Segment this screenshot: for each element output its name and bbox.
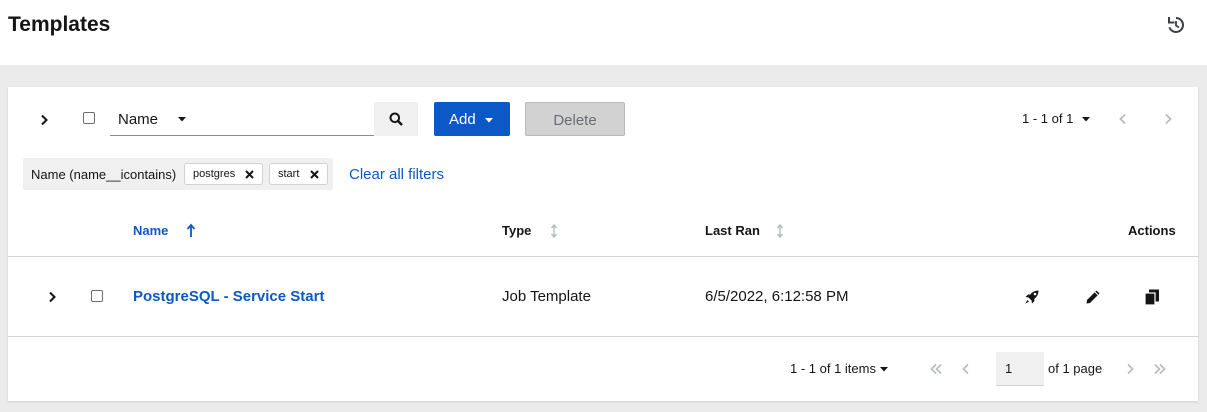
sort-ascending-icon[interactable] xyxy=(185,223,197,239)
column-header-last-ran[interactable]: Last Ran xyxy=(705,223,760,238)
search-button[interactable] xyxy=(374,102,418,136)
search-input[interactable] xyxy=(202,102,374,136)
column-header-type[interactable]: Type xyxy=(502,223,531,238)
page-number-input[interactable] xyxy=(996,352,1044,386)
search-icon xyxy=(389,112,403,126)
pagination-toggle[interactable]: 1 - 1 of 1 items xyxy=(790,361,876,376)
filter-chip-label: postgres xyxy=(193,168,236,180)
clear-all-filters-link[interactable]: Clear all filters xyxy=(349,166,444,183)
pencil-icon[interactable] xyxy=(1084,288,1102,306)
add-button-label: Add xyxy=(449,111,476,128)
last-page-icon[interactable] xyxy=(1153,362,1167,376)
history-icon[interactable] xyxy=(1165,14,1187,36)
caret-down-icon xyxy=(485,118,493,123)
delete-button-label: Delete xyxy=(553,112,597,129)
page-header: Templates xyxy=(0,0,1207,65)
template-type: Job Template xyxy=(502,288,591,305)
table-header-divider xyxy=(8,256,1198,257)
previous-page-icon[interactable] xyxy=(959,362,973,376)
template-last-ran: 6/5/2022, 6:12:58 PM xyxy=(705,288,849,305)
page-count-label: of 1 page xyxy=(1048,361,1103,376)
filter-chip-group: Name (name__icontains) postgres start xyxy=(23,158,333,190)
close-icon[interactable] xyxy=(244,169,255,180)
next-page-icon[interactable] xyxy=(1161,112,1175,126)
filter-chip-label: start xyxy=(278,168,300,180)
caret-down-icon[interactable] xyxy=(878,363,890,375)
sort-icon[interactable] xyxy=(774,223,786,239)
template-name-link[interactable]: PostgreSQL - Service Start xyxy=(133,288,324,305)
filter-field-select[interactable]: Name xyxy=(110,102,202,136)
chip-group-label: Name (name__icontains) xyxy=(31,167,177,182)
rocket-icon[interactable] xyxy=(1023,288,1041,306)
filter-field-label: Name xyxy=(118,111,159,128)
column-header-name[interactable]: Name xyxy=(133,223,168,238)
caret-down-icon xyxy=(178,117,186,122)
row-checkbox[interactable] xyxy=(91,290,103,302)
table-row-divider xyxy=(8,336,1198,337)
filter-chip: postgres xyxy=(184,163,263,185)
delete-button[interactable]: Delete xyxy=(525,102,625,136)
previous-page-icon[interactable] xyxy=(1116,112,1130,126)
expand-all-chevron-icon[interactable] xyxy=(36,112,52,128)
row-expand-chevron-icon[interactable] xyxy=(45,290,59,304)
page-title: Templates xyxy=(8,13,111,36)
copy-icon[interactable] xyxy=(1143,288,1161,306)
next-page-icon[interactable] xyxy=(1123,362,1137,376)
caret-down-icon[interactable] xyxy=(1080,113,1092,125)
sort-icon[interactable] xyxy=(548,223,560,239)
filter-chip: start xyxy=(269,163,328,185)
select-all-checkbox[interactable] xyxy=(83,112,95,124)
add-button[interactable]: Add xyxy=(434,102,510,136)
column-header-actions: Actions xyxy=(1128,223,1176,238)
close-icon[interactable] xyxy=(309,169,320,180)
first-page-icon[interactable] xyxy=(929,362,943,376)
pagination-toggle[interactable]: 1 - 1 of 1 xyxy=(1022,111,1073,126)
